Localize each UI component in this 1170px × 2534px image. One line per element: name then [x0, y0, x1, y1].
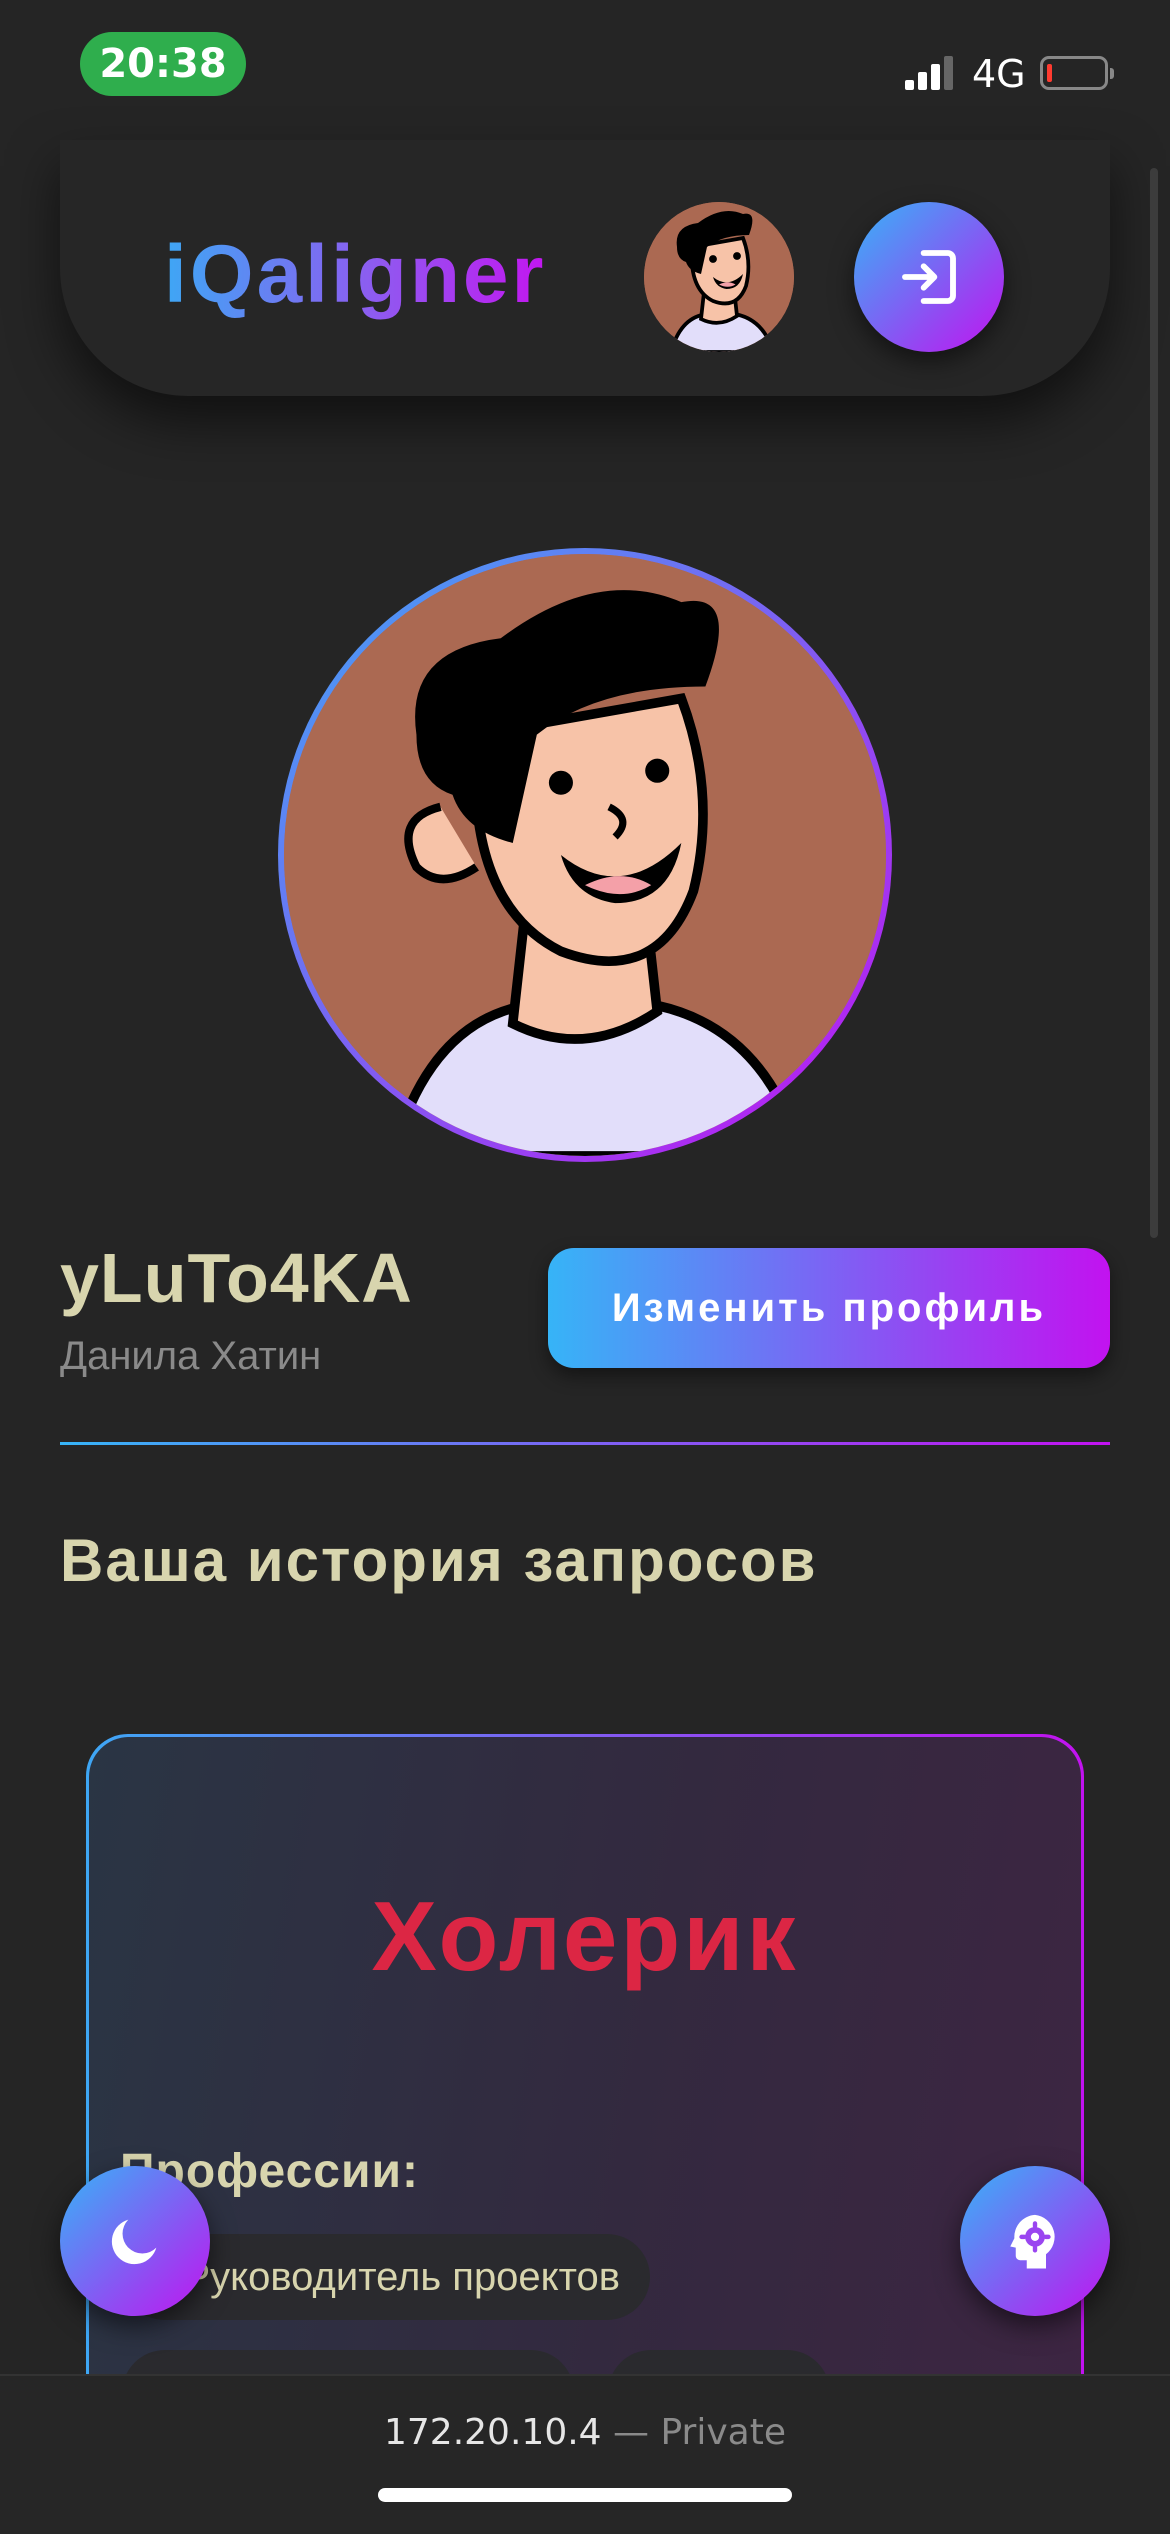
signal-bars-icon [905, 56, 953, 90]
avatar-illustration [644, 202, 794, 352]
logout-button[interactable] [854, 202, 1004, 352]
app-logo[interactable]: iQaligner [164, 228, 546, 322]
avatar-illustration [284, 554, 886, 1156]
home-indicator[interactable] [378, 2488, 792, 2502]
temperament-result: Холерик [371, 1881, 799, 1991]
username: yLuTo4KA [60, 1239, 413, 1317]
profile-avatar[interactable] [284, 554, 886, 1156]
url-address: 172.20.10.4 [384, 2412, 602, 2453]
theme-toggle-button[interactable] [60, 2166, 210, 2316]
brain-gear-icon [1010, 2214, 1055, 2269]
user-avatar[interactable] [644, 202, 794, 352]
edit-profile-button[interactable]: Изменить профиль [548, 1248, 1110, 1368]
status-time: 20:38 [80, 32, 246, 96]
browsing-mode: — Private [613, 2412, 786, 2453]
ai-assistant-button[interactable] [960, 2166, 1110, 2316]
full-name: Данила Хатин [60, 1334, 322, 1378]
scrollbar[interactable] [1150, 168, 1158, 1238]
section-divider [60, 1442, 1110, 1445]
moon-icon [111, 2219, 157, 2265]
network-type: 4G [972, 52, 1026, 96]
url-text[interactable]: 172.20.10.4 — Private [0, 2412, 1170, 2453]
logout-icon [902, 250, 956, 304]
battery-icon [1040, 56, 1114, 90]
browser-url-bar[interactable] [0, 2374, 1170, 2534]
history-card[interactable] [89, 1737, 1081, 2454]
history-title: Ваша история запросов [60, 1527, 818, 1594]
